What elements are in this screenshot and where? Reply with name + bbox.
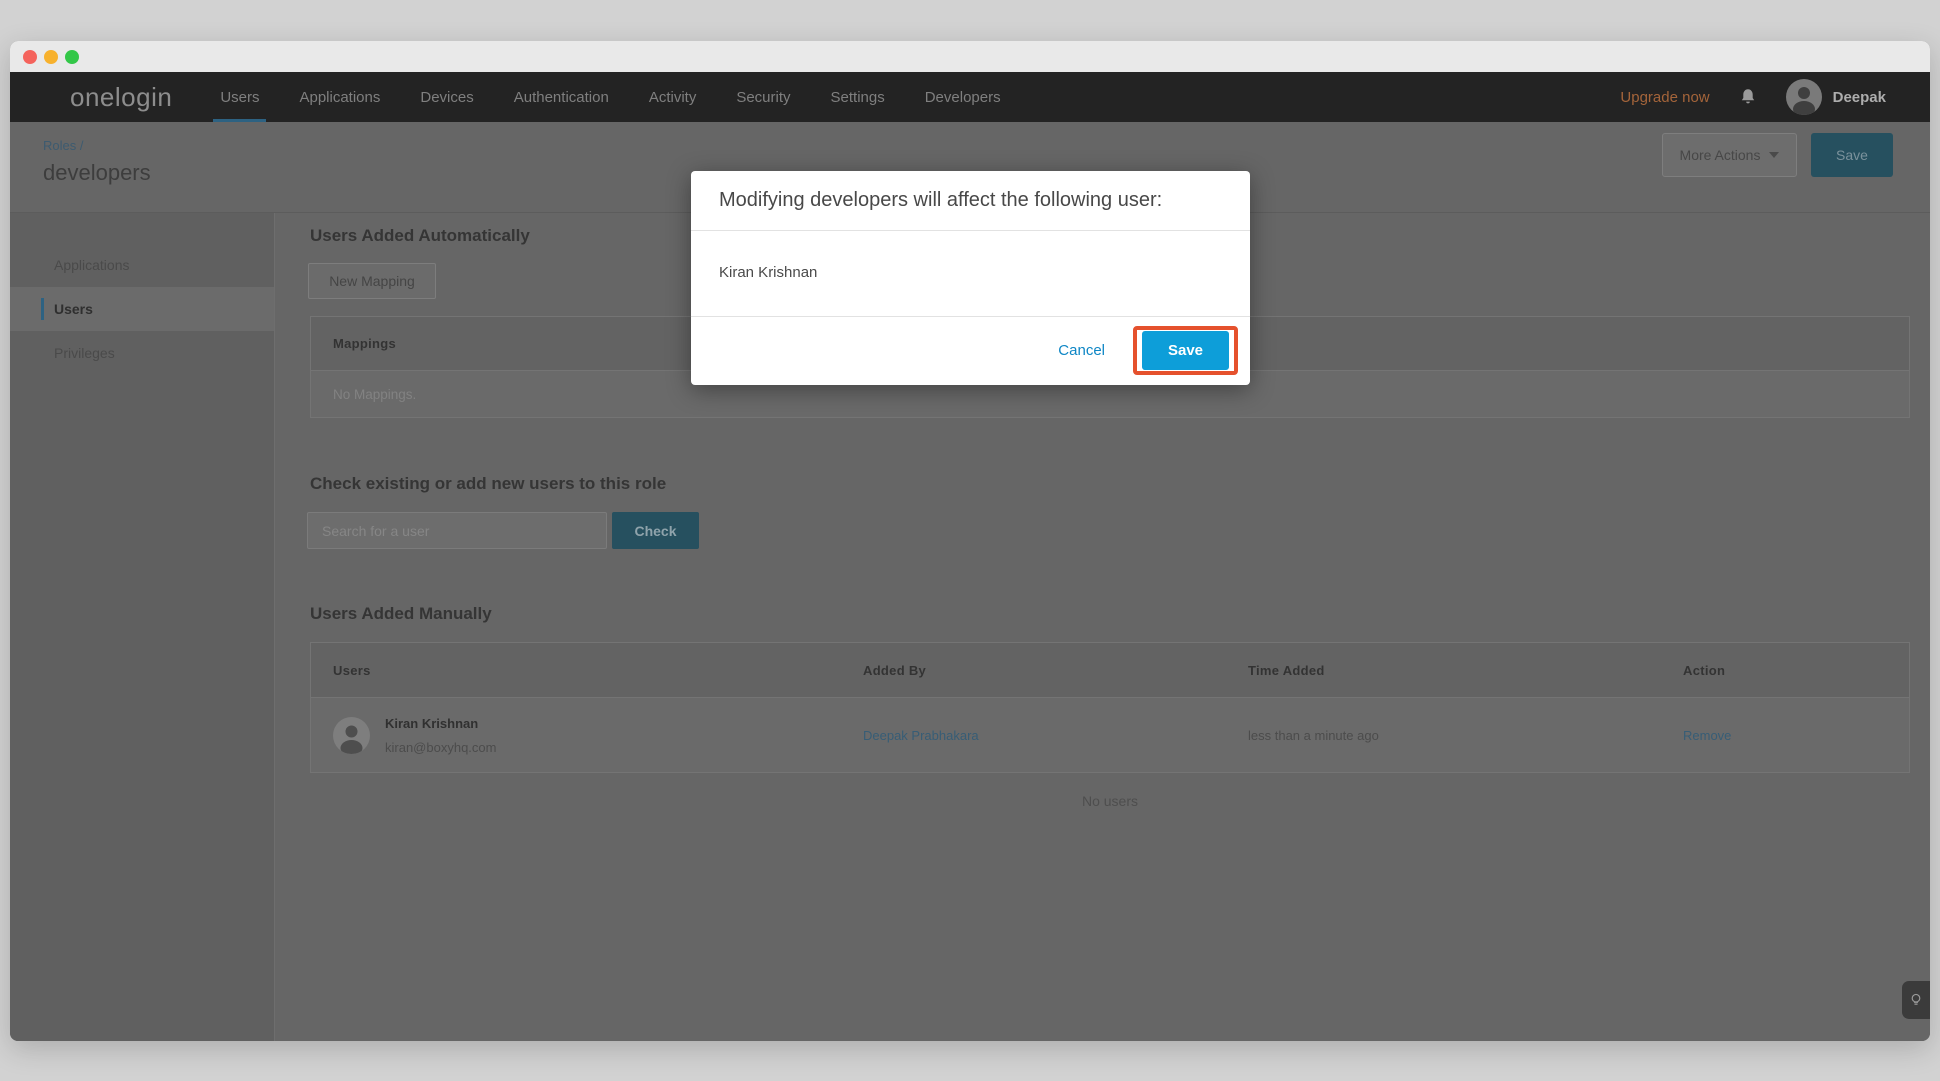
- upgrade-now-link[interactable]: Upgrade now: [1620, 89, 1709, 106]
- row-user-avatar-icon: [333, 717, 370, 754]
- nav-item-settings[interactable]: Settings: [831, 72, 885, 122]
- more-actions-label: More Actions: [1680, 147, 1761, 163]
- minimize-window-button[interactable]: [44, 50, 58, 64]
- nav-item-users[interactable]: Users: [220, 72, 259, 122]
- main-nav: Users Applications Devices Authenticatio…: [220, 72, 1000, 122]
- action-column-header: Action: [1683, 663, 1909, 678]
- user-menu[interactable]: Deepak: [1786, 79, 1886, 115]
- top-navbar: onelogin Users Applications Devices Auth…: [10, 72, 1930, 122]
- more-actions-button[interactable]: More Actions: [1662, 133, 1797, 177]
- sidebar-item-users[interactable]: Users: [10, 287, 274, 331]
- nav-item-security[interactable]: Security: [736, 72, 790, 122]
- no-users-text: No users: [310, 793, 1910, 809]
- added-by-column-header: Added By: [863, 663, 1248, 678]
- browser-window: onelogin Users Applications Devices Auth…: [10, 41, 1930, 1041]
- nav-item-authentication[interactable]: Authentication: [514, 72, 609, 122]
- close-window-button[interactable]: [23, 50, 37, 64]
- nav-item-applications[interactable]: Applications: [299, 72, 380, 122]
- role-sidebar: Applications Users Privileges: [10, 213, 275, 1041]
- chevron-down-icon: [1769, 152, 1779, 158]
- nav-item-devices[interactable]: Devices: [420, 72, 473, 122]
- sidebar-item-applications[interactable]: Applications: [10, 243, 274, 287]
- manual-users-table-header: Users Added By Time Added Action: [311, 643, 1909, 698]
- user-avatar-icon: [1786, 79, 1822, 115]
- mappings-column-header: Mappings: [333, 336, 396, 351]
- modal-save-button[interactable]: Save: [1142, 331, 1229, 370]
- manual-users-table: Users Added By Time Added Action Kiran K…: [310, 642, 1910, 773]
- users-added-automatically-heading: Users Added Automatically: [310, 226, 530, 246]
- check-button[interactable]: Check: [612, 512, 699, 549]
- modal-dialog: Modifying developers will affect the fol…: [691, 171, 1250, 385]
- table-row: Kiran Krishnan kiran@boxyhq.com Deepak P…: [311, 698, 1909, 772]
- modal-affected-user: Kiran Krishnan: [691, 231, 1250, 317]
- zoom-window-button[interactable]: [65, 50, 79, 64]
- search-user-input[interactable]: [307, 512, 607, 549]
- lightbulb-icon: [1907, 991, 1925, 1009]
- modal-title: Modifying developers will affect the fol…: [691, 171, 1250, 231]
- cancel-button[interactable]: Cancel: [1058, 342, 1105, 359]
- navbar-right-cluster: Upgrade now Deepak: [1620, 79, 1886, 115]
- page-title: developers: [43, 160, 151, 186]
- users-added-manually-heading: Users Added Manually: [310, 604, 492, 624]
- new-mapping-button[interactable]: New Mapping: [308, 263, 436, 299]
- user-name: Deepak: [1833, 89, 1886, 106]
- onelogin-logo[interactable]: onelogin: [70, 82, 172, 113]
- added-by-link[interactable]: Deepak Prabhakara: [863, 728, 1248, 743]
- row-user-email: kiran@boxyhq.com: [385, 740, 496, 755]
- remove-link[interactable]: Remove: [1683, 728, 1909, 743]
- users-column-header: Users: [311, 663, 863, 678]
- time-added-text: less than a minute ago: [1248, 728, 1683, 743]
- no-mappings-text: No Mappings.: [333, 387, 416, 402]
- modal-footer: Cancel Save: [691, 317, 1250, 384]
- help-lightbulb-tab[interactable]: [1902, 981, 1930, 1019]
- row-user-name: Kiran Krishnan: [385, 716, 496, 731]
- notifications-bell-icon[interactable]: [1738, 87, 1758, 107]
- sidebar-item-privileges[interactable]: Privileges: [10, 331, 274, 375]
- check-users-heading: Check existing or add new users to this …: [310, 474, 666, 494]
- nav-item-activity[interactable]: Activity: [649, 72, 697, 122]
- window-titlebar: [10, 41, 1930, 72]
- nav-item-developers[interactable]: Developers: [925, 72, 1001, 122]
- breadcrumb-roles-link[interactable]: Roles /: [43, 138, 151, 153]
- save-annotation-highlight: Save: [1133, 326, 1238, 375]
- time-added-column-header: Time Added: [1248, 663, 1683, 678]
- header-save-button[interactable]: Save: [1811, 133, 1893, 177]
